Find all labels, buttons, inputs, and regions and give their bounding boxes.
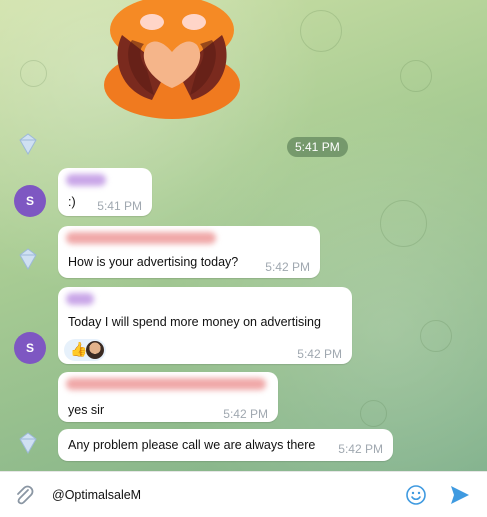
background-doodle: [300, 10, 342, 52]
sender-name-redacted: [66, 378, 266, 390]
sender-name-redacted: [66, 232, 216, 244]
message-time: 5:42 PM: [265, 260, 310, 274]
background-doodle: [400, 60, 432, 92]
background-doodle: [420, 320, 452, 352]
message-bubble[interactable]: Any problem please call we are always th…: [58, 429, 393, 461]
background-doodle: [380, 200, 427, 247]
message-time: 5:42 PM: [223, 407, 268, 421]
reactor-avatar: [86, 341, 104, 359]
message-time: 5:41 PM: [97, 199, 142, 213]
background-doodle: [20, 60, 47, 87]
paperclip-icon[interactable]: [14, 484, 34, 506]
avatar-s[interactable]: S: [14, 332, 46, 364]
message-text: Any problem please call we are always th…: [68, 438, 316, 452]
sender-name-redacted: [66, 293, 94, 305]
diamond-avatar[interactable]: [12, 243, 44, 275]
background-doodle: [360, 400, 387, 427]
diamond-avatar[interactable]: [12, 427, 44, 459]
message-text: yes sir: [68, 403, 105, 417]
message-text: How is your advertising today?: [68, 255, 239, 269]
message-bubble[interactable]: How is your advertising today? 5:42 PM: [58, 226, 320, 278]
message-time: 5:42 PM: [297, 347, 342, 361]
reaction-bar[interactable]: 👍: [64, 339, 106, 361]
message-bubble[interactable]: :) 5:41 PM: [58, 168, 152, 216]
message-text: :): [68, 195, 76, 209]
message-input[interactable]: [50, 482, 384, 508]
avatar-s[interactable]: S: [14, 185, 46, 217]
chat-background: 5:41 PM S :) 5:41 PM How is your adverti…: [0, 0, 487, 471]
message-composer: [0, 471, 487, 517]
thumbs-up-icon[interactable]: 👍: [70, 341, 87, 358]
message-bubble[interactable]: yes sir 5:42 PM: [58, 372, 278, 422]
fox-heart-sticker[interactable]: [92, 0, 252, 120]
message-bubble[interactable]: Today I will spend more money on adverti…: [58, 287, 352, 364]
emoji-icon[interactable]: [405, 484, 427, 506]
message-text: Today I will spend more money on adverti…: [68, 315, 321, 329]
diamond-avatar[interactable]: [12, 128, 44, 160]
message-time: 5:42 PM: [338, 442, 383, 456]
date-pill: 5:41 PM: [287, 137, 348, 157]
send-icon[interactable]: [448, 483, 472, 507]
sender-name-redacted: [66, 174, 106, 186]
